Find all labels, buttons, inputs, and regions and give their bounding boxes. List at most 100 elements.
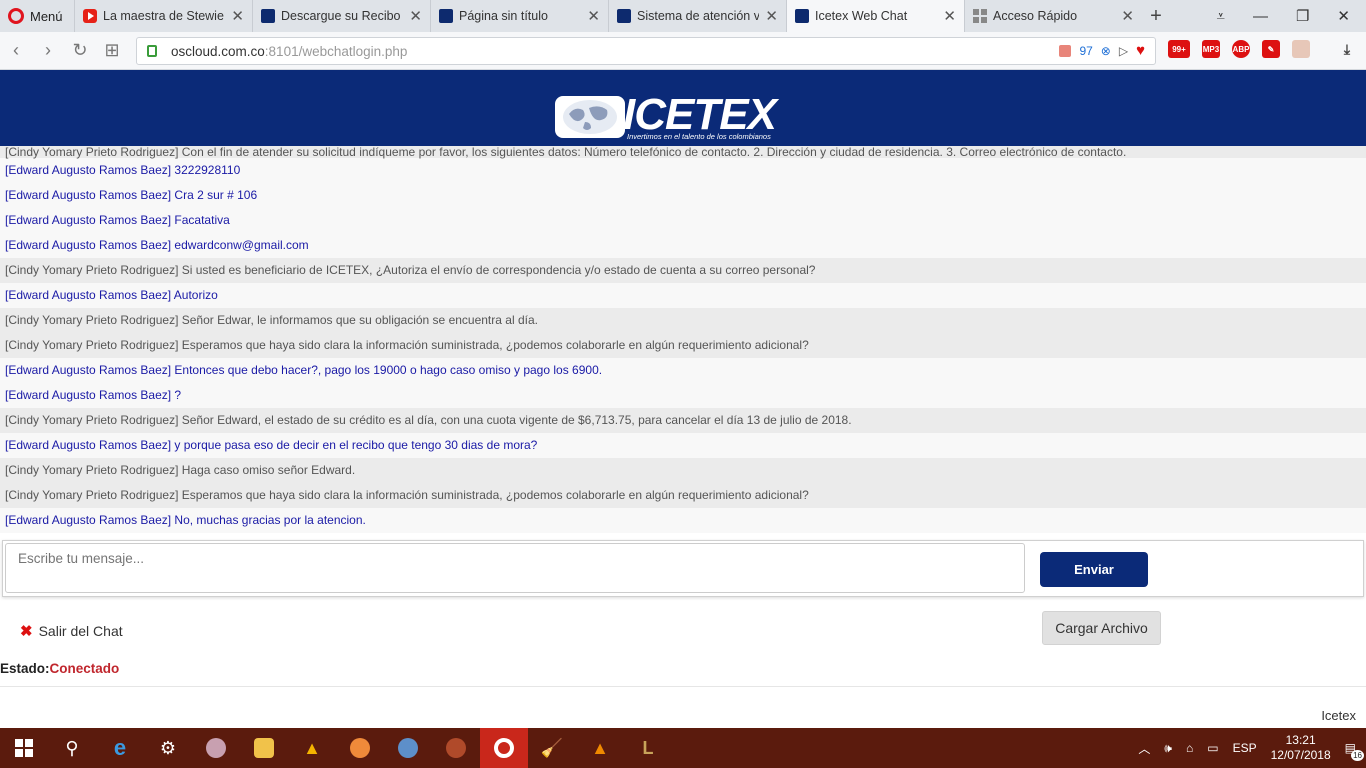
tab-menu-icon[interactable]: ⩡ <box>1217 8 1225 25</box>
status-value: Conectado <box>49 661 120 676</box>
upload-file-button[interactable]: Cargar Archivo <box>1042 611 1161 645</box>
user-message: [Edward Augusto Ramos Baez] ? <box>0 383 1366 408</box>
heart-icon[interactable]: ♥ <box>1136 42 1145 59</box>
user-message: [Edward Augusto Ramos Baez] Entonces que… <box>0 358 1366 383</box>
language-indicator[interactable]: ESP <box>1233 741 1257 755</box>
url-host: oscloud.com.co <box>171 43 265 59</box>
url-actions: 97 ⊗ ▷ ♥ <box>1059 42 1145 59</box>
close-tab-icon[interactable]: ✕ <box>1121 7 1134 25</box>
vlc-icon[interactable]: ▲ <box>576 728 624 768</box>
close-tab-icon[interactable]: ✕ <box>409 7 422 25</box>
postgres-icon[interactable] <box>384 728 432 768</box>
windows-taskbar: ⚲ e ⚙ ▲ 🧹 ▲ L ︿ 🕪 ⌂ ▭ ESP 13:21 12/07/20… <box>0 728 1366 768</box>
browser-tab[interactable]: Página sin título ✕ <box>430 0 608 32</box>
agent-message: [Cindy Yomary Prieto Rodriguez] Esperamo… <box>0 483 1366 508</box>
network-icon[interactable]: ⌂ <box>1186 741 1193 755</box>
opera-taskbar-icon[interactable] <box>480 728 528 768</box>
send-button[interactable]: Enviar <box>1040 552 1148 587</box>
agent-message: [Cindy Yomary Prieto Rodriguez] Señor Ed… <box>0 408 1366 433</box>
start-button[interactable] <box>0 728 48 768</box>
league-icon[interactable]: L <box>624 728 672 768</box>
icetex-favicon-icon <box>617 9 631 23</box>
search-icon[interactable]: ⚲ <box>48 728 96 768</box>
globe-icon <box>555 96 625 138</box>
lock-icon <box>147 45 157 57</box>
window-controls: ⩡ — ❐ ✕ <box>1217 0 1366 32</box>
adblock-count[interactable]: 97 <box>1079 44 1092 58</box>
close-tab-icon[interactable]: ✕ <box>231 7 244 25</box>
exit-chat-label: Salir del Chat <box>38 623 123 639</box>
address-bar-row: ‹ › ↻ ⊞ oscloud.com.co:8101/webchatlogin… <box>0 32 1366 70</box>
connection-status: Estado:Conectado <box>0 661 119 676</box>
icetex-logo: ICETEX Invertimos en el talento de los c… <box>555 90 811 141</box>
file-explorer-icon[interactable] <box>240 728 288 768</box>
user-message: [Edward Augusto Ramos Baez] Cra 2 sur # … <box>0 183 1366 208</box>
browser-tab-active[interactable]: Icetex Web Chat ✕ <box>786 0 964 32</box>
adblock-plus-icon[interactable]: ABP <box>1232 40 1250 58</box>
clock-date: 12/07/2018 <box>1270 748 1331 762</box>
user-message: [Edward Augusto Ramos Baez] edwardconw@g… <box>0 233 1366 258</box>
download-icon[interactable]: ⤓ <box>1338 40 1356 58</box>
footer-brand: Icetex <box>1321 708 1356 723</box>
user-message: [Edward Augusto Ramos Baez] Facatativa <box>0 208 1366 233</box>
opera-menu-button[interactable]: Menú <box>0 0 74 32</box>
minimize-icon[interactable]: — <box>1253 8 1268 25</box>
close-tab-icon[interactable]: ✕ <box>943 7 956 25</box>
tab-title: Página sin título <box>459 9 548 23</box>
new-tab-button[interactable]: + <box>1142 0 1170 32</box>
agent-message: [Cindy Yomary Prieto Rodriguez] Con el f… <box>0 146 1366 158</box>
close-tab-icon[interactable]: ✕ <box>765 7 778 25</box>
send-icon[interactable]: ▷ <box>1119 44 1128 58</box>
user-message: [Edward Augusto Ramos Baez] Autorizo <box>0 283 1366 308</box>
close-icon: ✖ <box>20 623 33 640</box>
forward-icon[interactable]: › <box>32 40 64 61</box>
close-window-icon[interactable]: ✕ <box>1337 7 1350 25</box>
volume-icon[interactable]: 🕪 <box>1164 741 1172 756</box>
composer: Enviar <box>2 540 1364 597</box>
system-tray: ︿ 🕪 ⌂ ▭ ESP 13:21 12/07/2018 ▤ 16 <box>1138 733 1366 763</box>
mp3-extension-icon[interactable]: MP3 <box>1202 40 1220 58</box>
browser-tab-bar: Menú La maestra de Stewie (F ✕ Descargue… <box>0 0 1366 32</box>
menu-label: Menú <box>30 8 63 24</box>
agent-message: [Cindy Yomary Prieto Rodriguez] Haga cas… <box>0 458 1366 483</box>
tab-title: Descargue su Recibo <box>281 9 401 23</box>
blocker-icon[interactable]: ⊗ <box>1101 44 1111 58</box>
chat-transcript[interactable]: [Cindy Yomary Prieto Rodriguez] Con el f… <box>0 146 1366 538</box>
pen-extension-icon[interactable]: ✎ <box>1262 40 1280 58</box>
extension-badge[interactable]: 99+ <box>1168 40 1190 58</box>
edge-icon[interactable]: e <box>96 728 144 768</box>
notifications-icon[interactable]: ▤ 16 <box>1345 741 1364 761</box>
battery-icon[interactable]: ▭ <box>1207 741 1218 755</box>
exit-chat-link[interactable]: ✖ Salir del Chat <box>20 622 123 640</box>
chevron-up-icon[interactable]: ︿ <box>1138 740 1150 757</box>
warning-app-icon[interactable]: ▲ <box>288 728 336 768</box>
tab-title: Icetex Web Chat <box>815 9 908 23</box>
tab-title: Acceso Rápido <box>993 9 1078 23</box>
browser-tab[interactable]: Acceso Rápido ✕ <box>964 0 1142 32</box>
back-icon[interactable]: ‹ <box>0 40 32 61</box>
cleaner-app-icon[interactable]: 🧹 <box>528 728 576 768</box>
browser-tab[interactable]: Descargue su Recibo ✕ <box>252 0 430 32</box>
extension-bar: 99+ MP3 ABP ✎ ⤓ <box>1168 40 1356 58</box>
clock-time: 13:21 <box>1285 733 1316 747</box>
browser-tab[interactable]: Sistema de atención vir ✕ <box>608 0 786 32</box>
clock[interactable]: 13:21 12/07/2018 <box>1271 733 1331 763</box>
restore-icon[interactable]: ❐ <box>1296 7 1309 25</box>
settings-gear-icon[interactable]: ⚙ <box>144 728 192 768</box>
icetex-favicon-icon <box>795 9 809 23</box>
tabs-grid-icon[interactable]: ⊞ <box>96 40 128 61</box>
hand-extension-icon[interactable] <box>1292 40 1310 58</box>
paint-app-icon[interactable] <box>192 728 240 768</box>
message-input[interactable] <box>5 543 1025 593</box>
url-field[interactable]: oscloud.com.co:8101/webchatlogin.php 97 … <box>136 37 1156 65</box>
close-tab-icon[interactable]: ✕ <box>587 7 600 25</box>
cloud-app-icon[interactable] <box>336 728 384 768</box>
agent-message: [Cindy Yomary Prieto Rodriguez] Esperamo… <box>0 333 1366 358</box>
snapshot-icon[interactable] <box>1059 44 1072 57</box>
recorder-app-icon[interactable] <box>432 728 480 768</box>
browser-tab[interactable]: La maestra de Stewie (F ✕ <box>74 0 252 32</box>
icetex-favicon-icon <box>439 9 453 23</box>
icetex-favicon-icon <box>261 9 275 23</box>
user-message: [Edward Augusto Ramos Baez] y porque pas… <box>0 433 1366 458</box>
reload-icon[interactable]: ↻ <box>64 40 96 61</box>
